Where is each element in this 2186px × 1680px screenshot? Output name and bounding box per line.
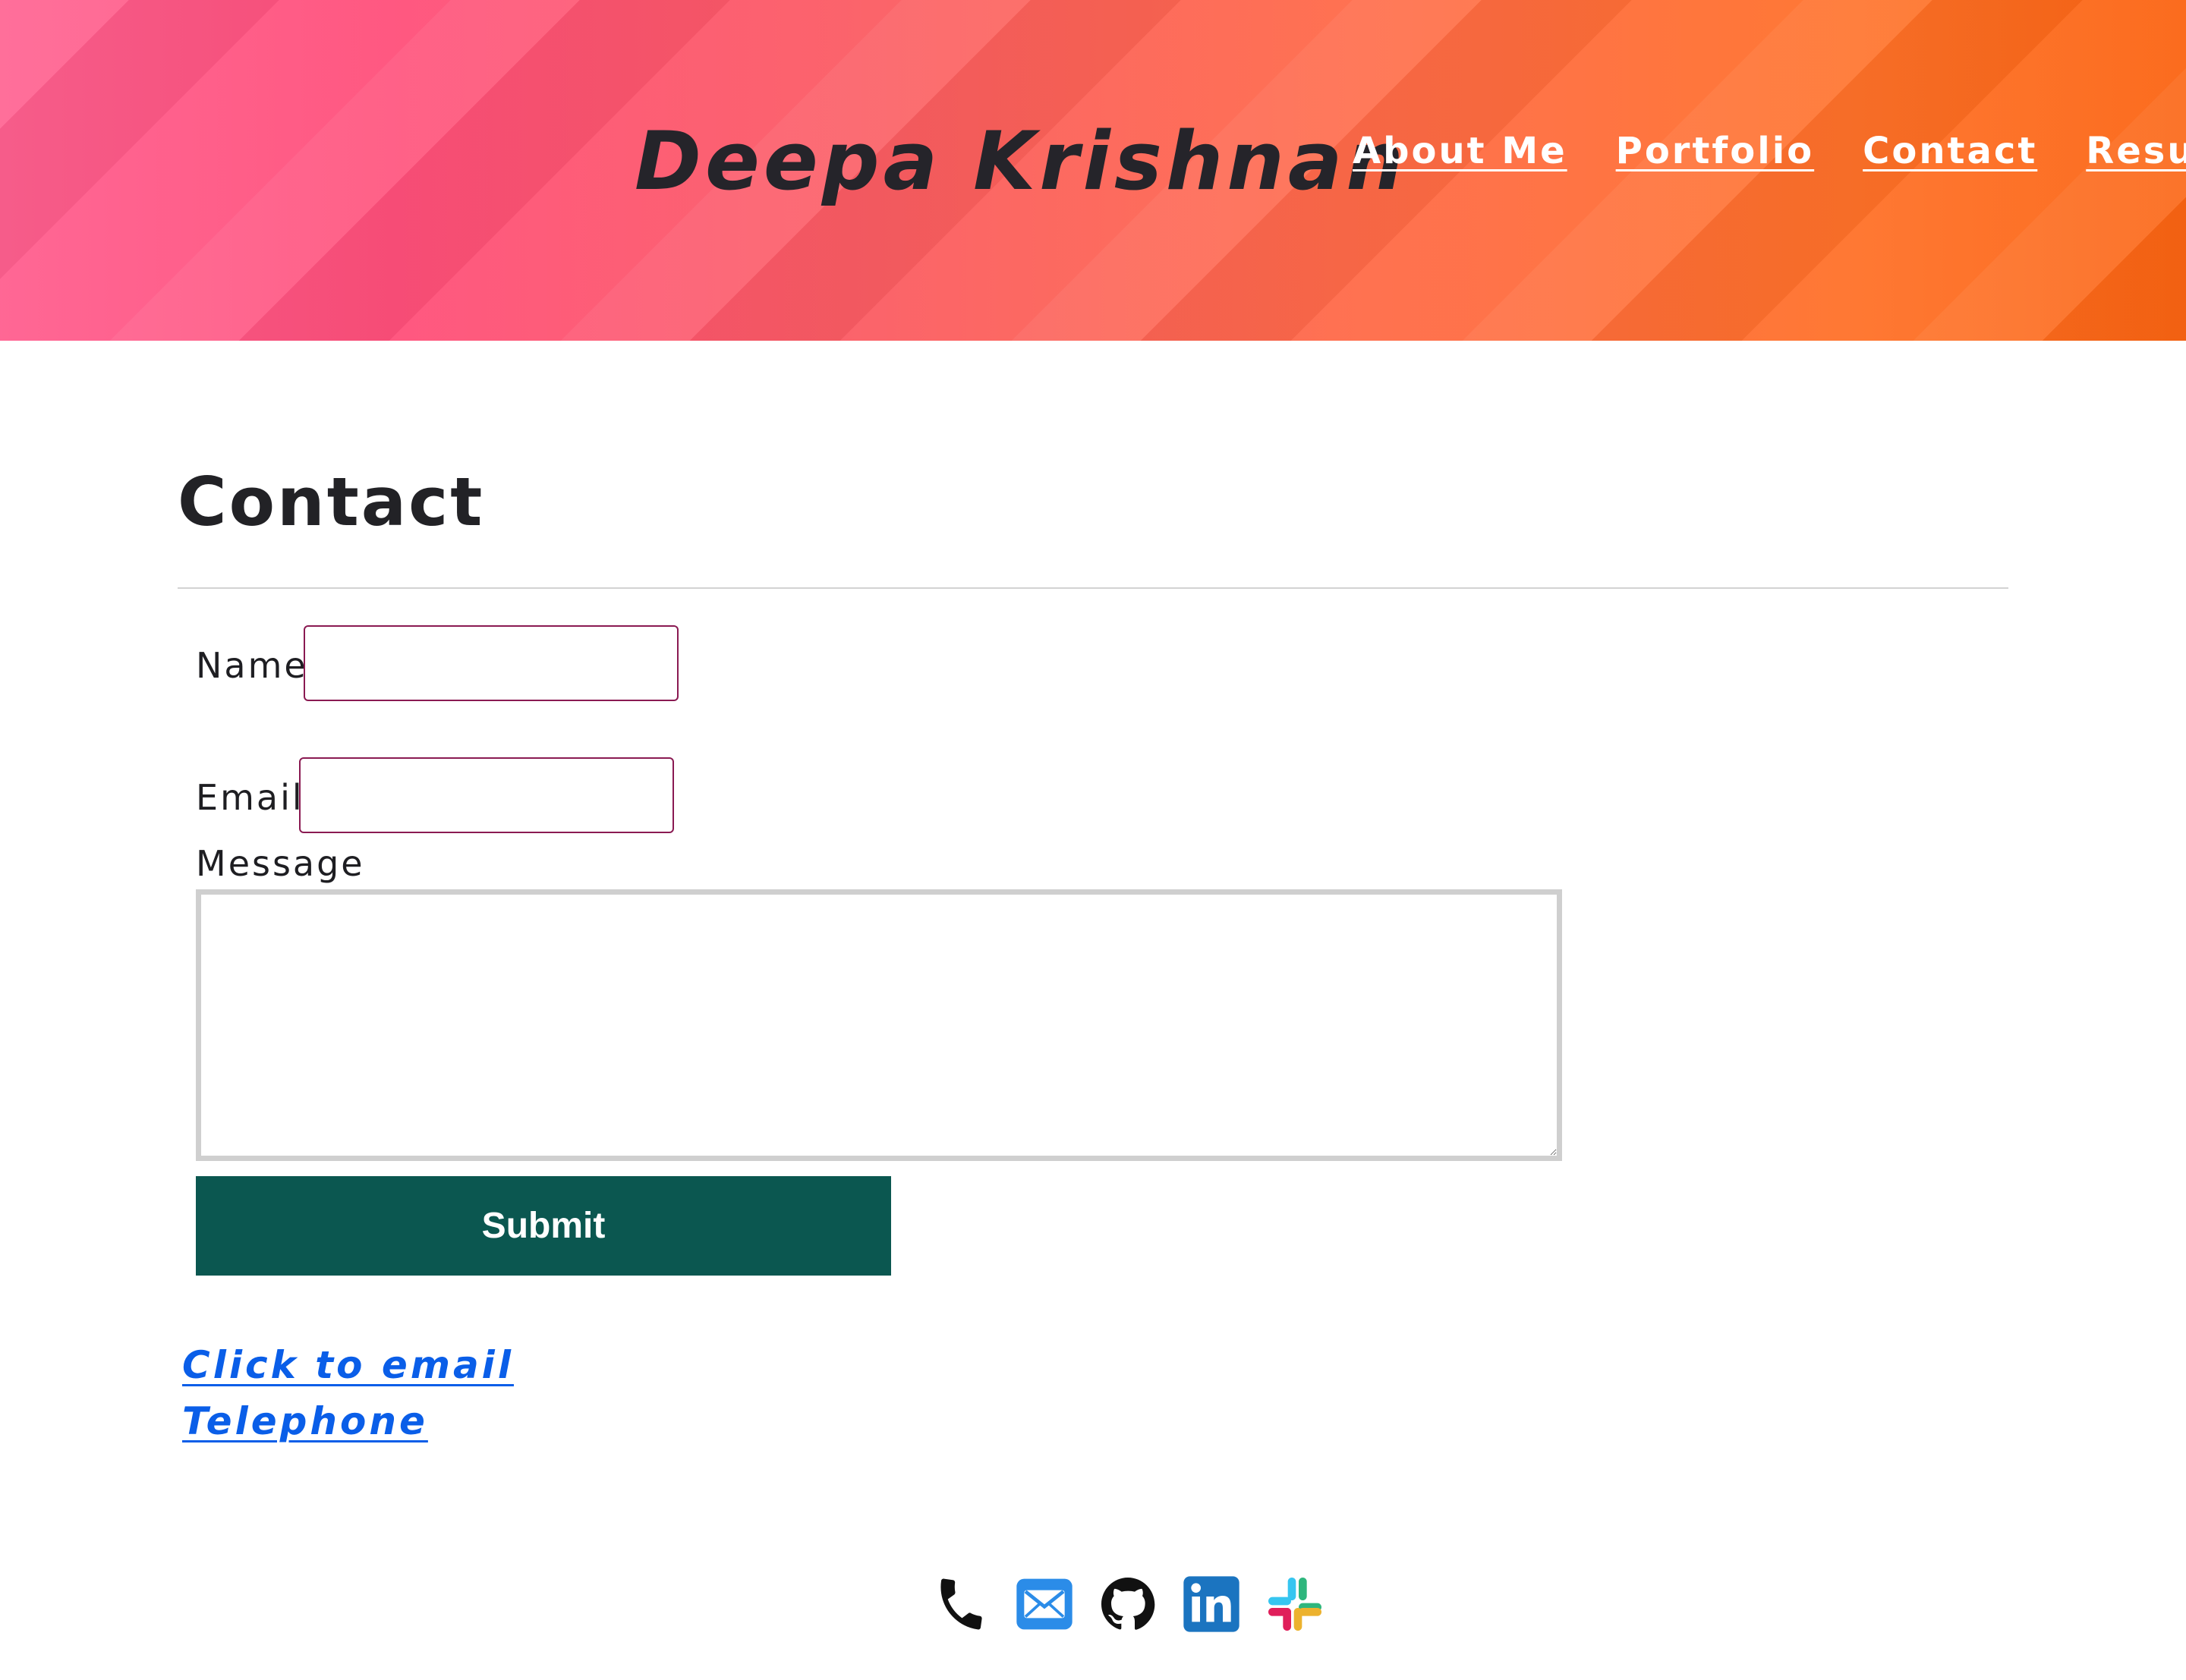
message-label: Message — [196, 843, 365, 884]
slack-icon — [1268, 1578, 1321, 1631]
nav-link-portfolio[interactable]: Portfolio — [1616, 133, 1815, 169]
main-nav: About Me Portfolio Contact Resume — [1353, 133, 2186, 169]
submit-button[interactable]: Submit — [196, 1176, 891, 1276]
site-header: Deepa Krishnan About Me Portfolio Contac… — [0, 0, 2186, 341]
mail-icon-link[interactable] — [1014, 1574, 1075, 1634]
name-label: Name — [196, 645, 308, 686]
github-icon-link[interactable] — [1098, 1574, 1158, 1634]
page-title: Contact — [178, 463, 485, 541]
social-icons — [931, 1574, 1325, 1634]
linkedin-icon-link[interactable] — [1181, 1574, 1242, 1634]
linkedin-icon — [1183, 1576, 1239, 1632]
message-textarea[interactable] — [196, 889, 1562, 1161]
phone-icon-link[interactable] — [931, 1574, 991, 1634]
telephone-link[interactable]: Telephone — [182, 1402, 428, 1440]
slack-icon-link[interactable] — [1265, 1574, 1325, 1634]
mail-icon — [1016, 1578, 1073, 1630]
nav-link-contact[interactable]: Contact — [1863, 133, 2037, 169]
site-brand[interactable]: Deepa Krishnan — [635, 121, 1407, 202]
title-divider — [178, 587, 2008, 589]
phone-icon — [940, 1578, 982, 1630]
github-icon — [1101, 1578, 1155, 1630]
nav-link-resume[interactable]: Resume — [2086, 133, 2186, 169]
click-to-email-link[interactable]: Click to email — [182, 1346, 514, 1384]
name-input[interactable] — [304, 625, 679, 701]
nav-link-about-me[interactable]: About Me — [1353, 133, 1567, 169]
email-label: Email — [196, 777, 304, 818]
email-input[interactable] — [299, 757, 674, 833]
